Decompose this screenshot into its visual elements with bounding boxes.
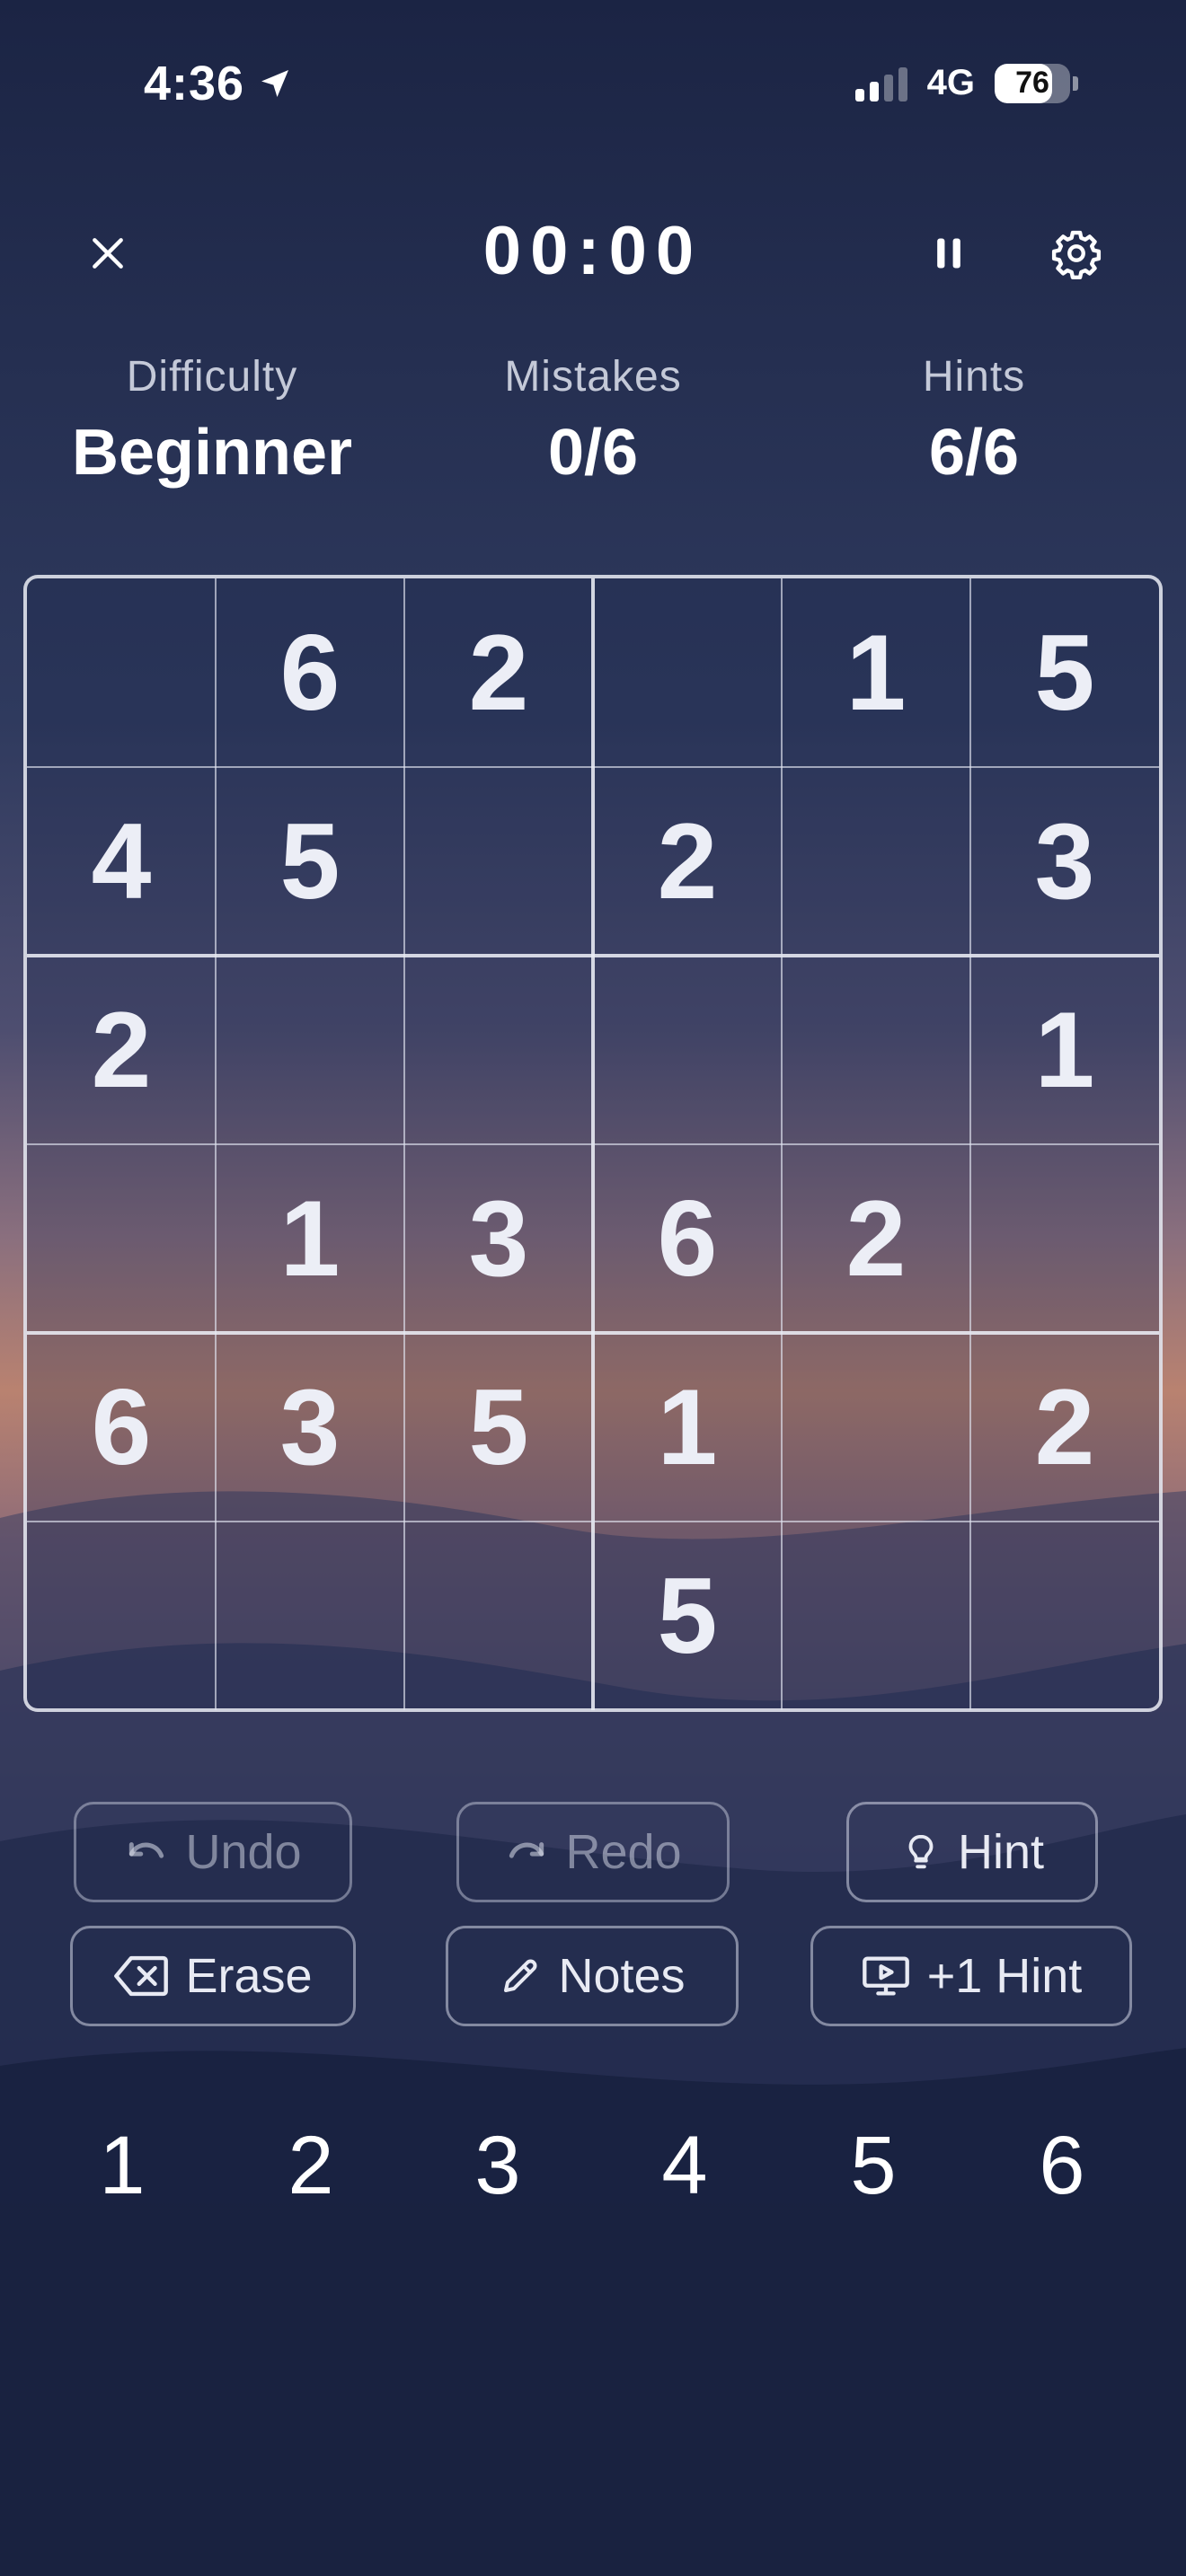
redo-button[interactable]: Redo — [456, 1802, 730, 1902]
settings-button[interactable] — [1048, 225, 1105, 282]
undo-button[interactable]: Undo — [74, 1802, 352, 1902]
redo-icon — [509, 1842, 544, 1858]
board-cell[interactable] — [216, 1522, 404, 1710]
board-cell[interactable] — [404, 767, 593, 956]
board-cell[interactable]: 1 — [782, 578, 970, 767]
gear-icon — [1051, 230, 1102, 279]
board-cell[interactable]: 3 — [970, 767, 1159, 956]
board-cell[interactable]: 5 — [970, 578, 1159, 767]
board-cell[interactable]: 2 — [27, 956, 216, 1144]
board-cell[interactable]: 3 — [404, 1144, 593, 1333]
board-cell[interactable] — [782, 1522, 970, 1710]
board-cell[interactable]: 5 — [593, 1522, 782, 1710]
pause-button[interactable] — [920, 225, 978, 282]
board-cell[interactable]: 3 — [216, 1333, 404, 1522]
notes-label: Notes — [558, 1949, 686, 2003]
board-cell[interactable]: 5 — [216, 767, 404, 956]
hint-label: Hint — [957, 1825, 1045, 1879]
sudoku-board: 62154523211362635125 — [23, 575, 1163, 1712]
mistakes-stat: Mistakes 0/6 — [413, 352, 773, 490]
board-cell[interactable]: 2 — [970, 1333, 1159, 1522]
redo-label: Redo — [565, 1825, 682, 1879]
board-cell[interactable]: 1 — [593, 1333, 782, 1522]
board-cell[interactable]: 1 — [216, 1144, 404, 1333]
board-cell[interactable] — [970, 1522, 1159, 1710]
number-key-6[interactable]: 6 — [1008, 2107, 1116, 2224]
status-indicators: 4G 76 — [854, 63, 1078, 103]
board-cell[interactable] — [216, 956, 404, 1144]
undo-icon — [129, 1842, 164, 1858]
board-cell[interactable] — [404, 956, 593, 1144]
location-arrow-icon — [261, 70, 289, 97]
hints-value: 6/6 — [928, 417, 1020, 489]
board-cell[interactable]: 2 — [593, 767, 782, 956]
board-cell[interactable]: 4 — [27, 767, 216, 956]
extra-hint-button[interactable]: +1 Hint — [810, 1926, 1132, 2026]
board-cell[interactable] — [593, 956, 782, 1144]
erase-label: Erase — [185, 1949, 313, 2003]
number-key-2[interactable]: 2 — [257, 2107, 365, 2224]
video-icon — [862, 1956, 909, 1996]
extra-hint-label: +1 Hint — [926, 1949, 1083, 2003]
erase-icon — [114, 1955, 169, 1997]
undo-label: Undo — [185, 1825, 302, 1879]
board-cell[interactable] — [27, 1144, 216, 1333]
number-key-1[interactable]: 1 — [68, 2107, 176, 2224]
network-type: 4G — [926, 63, 975, 102]
signal-icon — [854, 66, 907, 101]
battery-percent: 76 — [1015, 66, 1049, 100]
board-cell[interactable]: 1 — [970, 956, 1159, 1144]
difficulty-label: Difficulty — [126, 353, 298, 401]
board-cell[interactable] — [970, 1144, 1159, 1333]
hints-stat: Hints 6/6 — [794, 352, 1154, 490]
board-cell[interactable]: 2 — [404, 578, 593, 767]
hint-button[interactable]: Hint — [846, 1802, 1098, 1902]
board-cell[interactable] — [27, 1522, 216, 1710]
status-time: 4:36 — [144, 56, 293, 111]
number-key-4[interactable]: 4 — [631, 2107, 739, 2224]
lightbulb-icon — [908, 1834, 934, 1869]
mistakes-label: Mistakes — [504, 353, 682, 401]
game-screen: 4:36 4G 76 00:00 Difficulty Beginner Mis… — [0, 0, 1186, 2576]
erase-button[interactable]: Erase — [70, 1926, 356, 2026]
board-cell[interactable] — [404, 1522, 593, 1710]
board-cell[interactable]: 6 — [216, 578, 404, 767]
board-cell[interactable] — [27, 578, 216, 767]
number-key-3[interactable]: 3 — [444, 2107, 552, 2224]
difficulty-stat: Difficulty Beginner — [32, 352, 392, 490]
battery-icon: 76 — [995, 63, 1078, 103]
board-cell[interactable]: 5 — [404, 1333, 593, 1522]
board-cell[interactable]: 6 — [27, 1333, 216, 1522]
board-cell[interactable] — [782, 767, 970, 956]
number-key-5[interactable]: 5 — [819, 2107, 927, 2224]
difficulty-value: Beginner — [71, 417, 353, 489]
board-cell[interactable]: 6 — [593, 1144, 782, 1333]
board-cell[interactable] — [782, 956, 970, 1144]
status-time-text: 4:36 — [144, 57, 245, 110]
board-cell[interactable] — [782, 1333, 970, 1522]
game-timer: 00:00 — [482, 213, 704, 289]
notes-button[interactable]: Notes — [446, 1926, 739, 2026]
mistakes-value: 0/6 — [547, 417, 639, 489]
pause-icon — [937, 238, 960, 269]
board-cell[interactable] — [593, 578, 782, 767]
board-cell[interactable]: 2 — [782, 1144, 970, 1333]
pencil-icon — [504, 1959, 537, 1992]
hints-label: Hints — [922, 353, 1026, 401]
